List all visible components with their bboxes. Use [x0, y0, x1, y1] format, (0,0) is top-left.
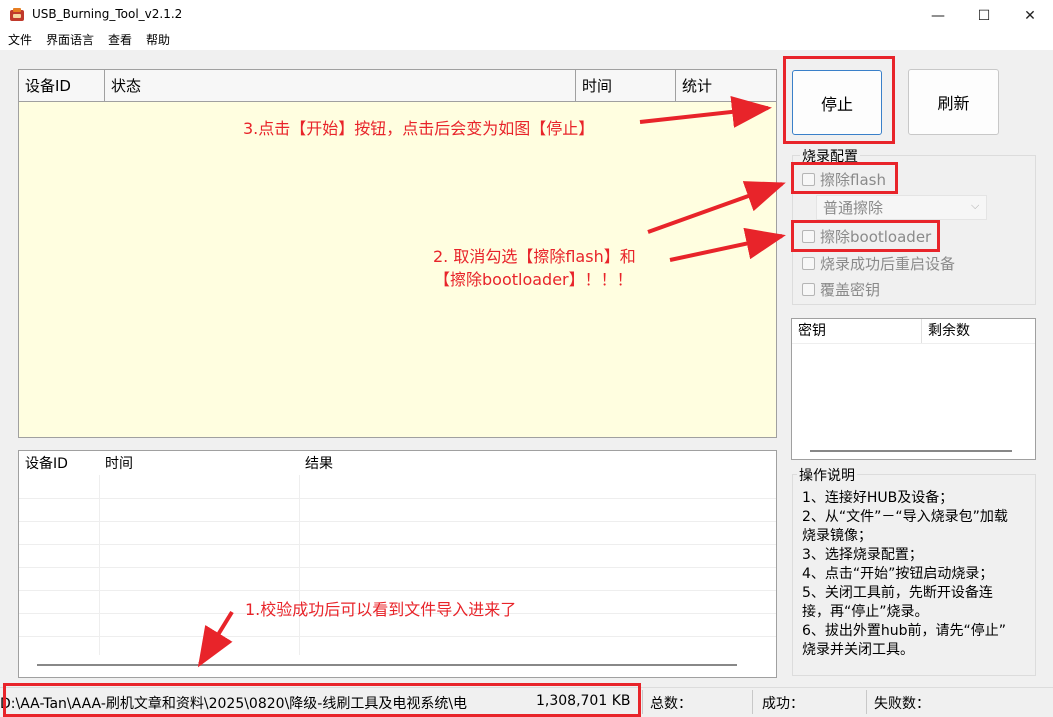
annotation-step2-line1: 2. 取消勾选【擦除flash】和 — [433, 247, 636, 266]
status-divider — [642, 690, 643, 714]
col-result-device-id[interactable]: 设备ID — [19, 451, 99, 475]
window-title: USB_Burning_Tool_v2.1.2 — [32, 7, 183, 21]
reboot-after-label: 烧录成功后重启设备 — [820, 254, 956, 273]
menu-file[interactable]: 文件 — [8, 31, 32, 50]
instruction-line: 3、选择烧录配置； — [802, 547, 923, 563]
result-scrollbar[interactable] — [37, 664, 737, 666]
instruction-line: 6、拔出外置hub前，请先“停止” — [802, 623, 1007, 639]
overwrite-key-checkbox[interactable]: 覆盖密钥 — [802, 279, 880, 299]
col-remaining[interactable]: 剩余数 — [922, 319, 1035, 343]
chevron-down-icon[interactable]: ⌵ — [971, 199, 979, 213]
checkbox-box[interactable] — [802, 256, 815, 270]
menu-language[interactable]: 界面语言 — [46, 31, 94, 50]
annotation-step1: 1.校验成功后可以看到文件导入进来了 — [245, 600, 517, 619]
annotation-step2-line2: 【擦除bootloader】！！！ — [434, 270, 633, 289]
instructions-title: 操作说明 — [797, 465, 857, 485]
overwrite-key-label: 覆盖密钥 — [820, 280, 881, 299]
col-key[interactable]: 密钥 — [792, 319, 922, 343]
grid-line — [19, 498, 776, 499]
annotation-box-file-path — [3, 683, 641, 717]
status-success: 成功： — [762, 696, 804, 712]
menu-help[interactable]: 帮助 — [146, 31, 170, 50]
status-total: 总数： — [650, 696, 692, 712]
annotation-box-erase-bootloader — [791, 220, 940, 252]
refresh-button[interactable]: 刷新 — [908, 69, 999, 135]
col-result-time[interactable]: 时间 — [99, 451, 299, 475]
instruction-line: 5、关闭工具前，先断开设备连 — [802, 585, 993, 601]
result-table[interactable]: 设备ID 时间 结果 — [18, 450, 777, 678]
grid-line — [99, 475, 100, 655]
grid-line — [19, 544, 776, 545]
menu-view[interactable]: 查看 — [108, 31, 132, 50]
instruction-line: 4、点击“开始”按钮启动烧录； — [802, 566, 994, 582]
key-table[interactable]: 密钥 剩余数 — [791, 318, 1036, 460]
annotation-box-stop — [783, 56, 895, 144]
instruction-line: 接，再“停止”烧录。 — [802, 604, 929, 620]
grid-line — [299, 475, 300, 655]
minimize-button[interactable]: — — [915, 0, 961, 31]
checkbox-box[interactable] — [802, 282, 815, 296]
annotation-step3: 3.点击【开始】按钮，点击后会变为如图【停止】 — [243, 119, 595, 138]
grid-line — [19, 590, 776, 591]
instruction-line: 1、连接好HUB及设备； — [802, 490, 954, 506]
device-table-header: 设备ID 状态 时间 统计 — [19, 70, 776, 102]
grid-line — [19, 521, 776, 522]
col-time[interactable]: 时间 — [576, 70, 676, 102]
maximize-button[interactable]: ☐ — [961, 0, 1007, 31]
col-result[interactable]: 结果 — [299, 451, 599, 475]
status-divider — [752, 690, 753, 714]
col-status[interactable]: 状态 — [105, 70, 576, 102]
close-button[interactable]: ✕ — [1007, 0, 1053, 31]
grid-line — [19, 567, 776, 568]
reboot-after-checkbox[interactable]: 烧录成功后重启设备 — [802, 253, 955, 273]
col-stats[interactable]: 统计 — [676, 70, 776, 102]
key-table-scrollbar[interactable] — [810, 450, 1012, 452]
annotation-box-erase-flash — [791, 162, 898, 194]
col-device-id[interactable]: 设备ID — [19, 70, 105, 102]
status-fail: 失败数： — [874, 696, 930, 712]
app-icon — [9, 7, 25, 23]
grid-line — [19, 636, 776, 637]
grid-line — [792, 343, 1035, 344]
result-table-header: 设备ID 时间 结果 — [19, 451, 776, 475]
erase-mode-select[interactable]: 普通擦除 — [816, 195, 987, 220]
instruction-line: 2、从“文件”－“导入烧录包”加载 — [802, 509, 1008, 525]
status-divider — [866, 690, 867, 714]
instruction-line: 烧录并关闭工具。 — [802, 642, 914, 658]
instruction-line: 烧录镜像； — [802, 528, 872, 544]
